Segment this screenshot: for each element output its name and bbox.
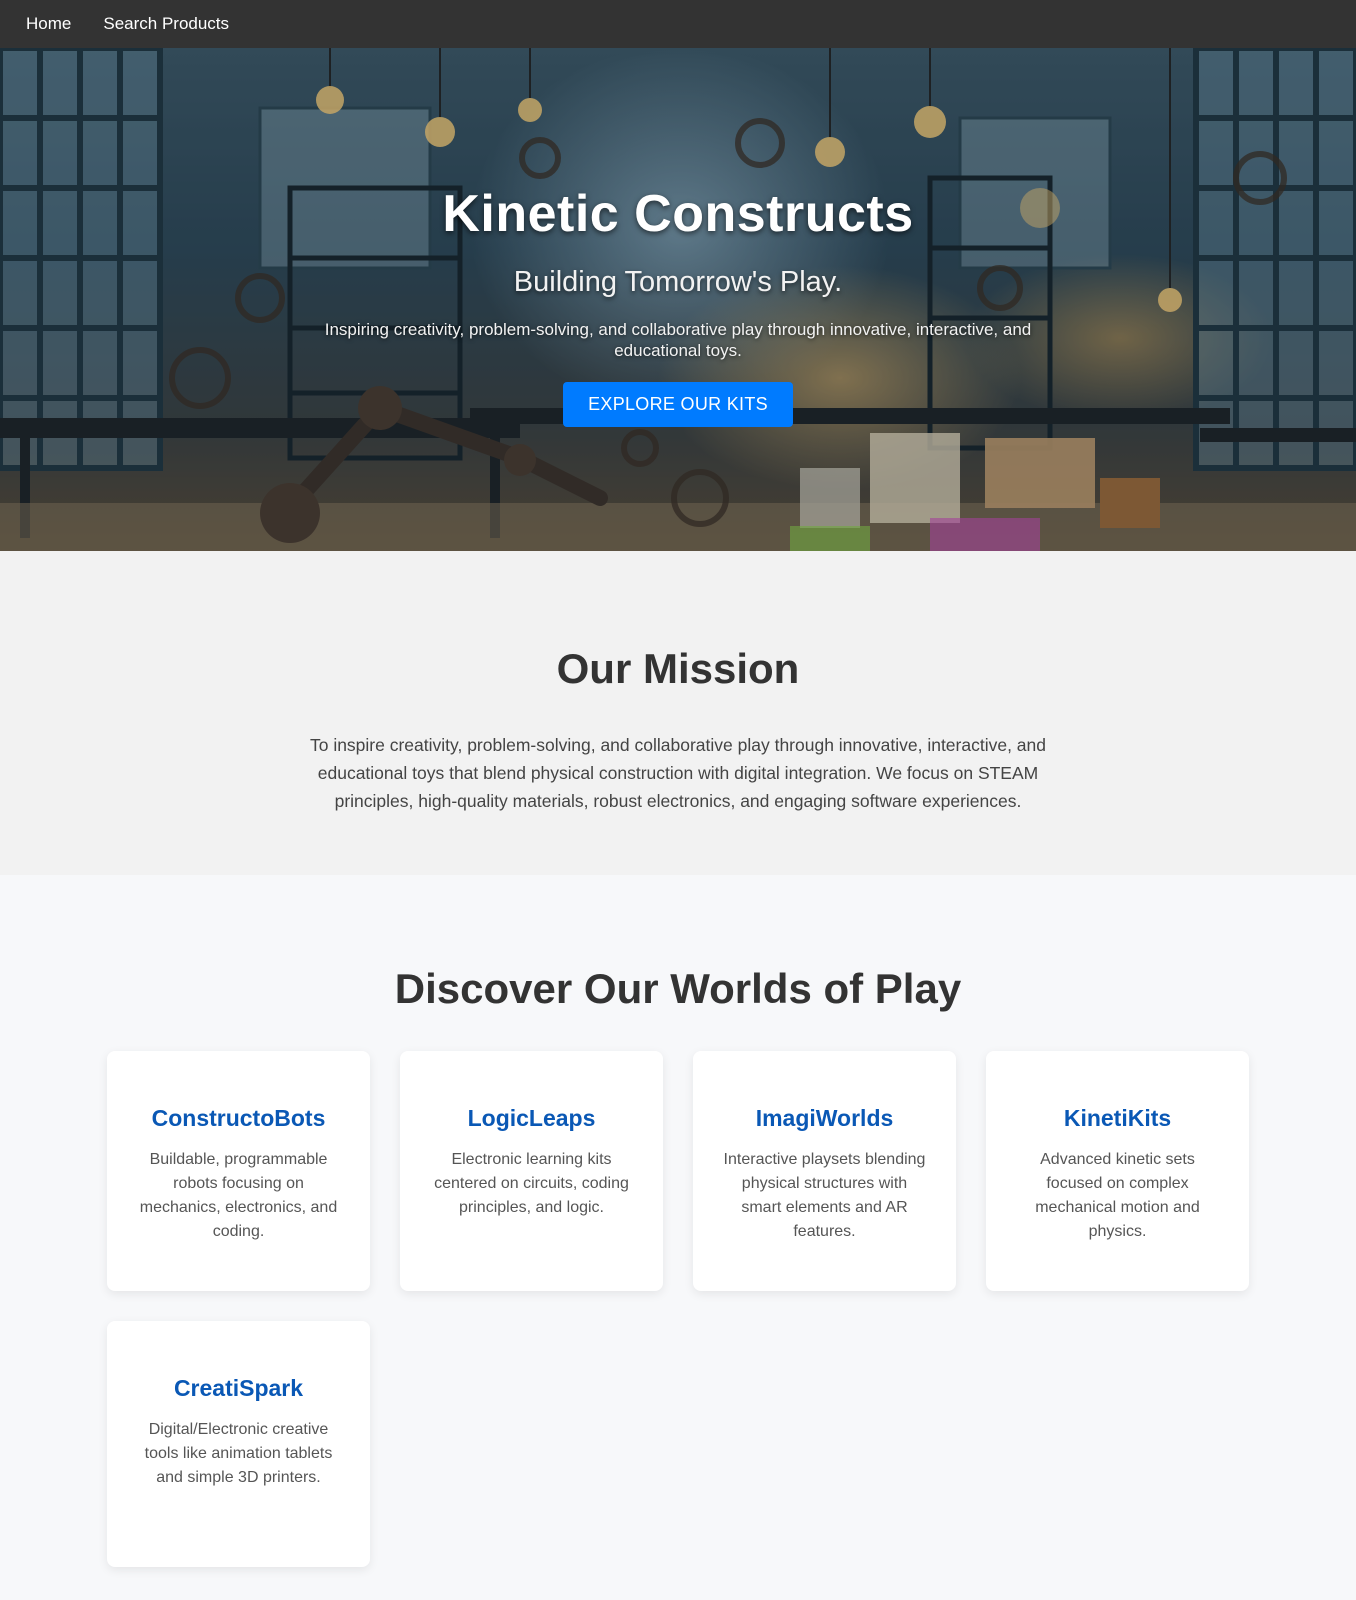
card-title: CreatiSpark (173, 1375, 304, 1401)
card-title: ImagiWorlds (755, 1105, 894, 1131)
explore-kits-button[interactable]: EXPLORE OUR KITS (563, 382, 793, 427)
worlds-title: Discover Our Worlds of Play (394, 965, 962, 1012)
worlds-card-grid: ConstructoBots Buildable, programmable r… (107, 1051, 1249, 1567)
card-constructobots[interactable]: ConstructoBots Buildable, programmable r… (107, 1051, 370, 1291)
mission-title: Our Mission (556, 645, 800, 692)
mission-text: To inspire creativity, problem-solving, … (309, 735, 1047, 811)
card-kinetikits[interactable]: KinetiKits Advanced kinetic sets focused… (986, 1051, 1249, 1291)
card-title: KinetiKits (1063, 1105, 1172, 1131)
mission-section: Our Mission To inspire creativity, probl… (0, 551, 1356, 875)
top-navbar: Home Search Products (0, 0, 1356, 48)
card-description: Advanced kinetic sets focused on complex… (1035, 1151, 1200, 1240)
card-imagiworlds[interactable]: ImagiWorlds Interactive playsets blendin… (693, 1051, 956, 1291)
card-description: Electronic learning kits centered on cir… (434, 1151, 629, 1216)
card-title: LogicLeaps (467, 1105, 596, 1131)
hero-title: Kinetic Constructs (442, 185, 914, 243)
card-description: Digital/Electronic creative tools like a… (144, 1421, 333, 1486)
card-description: Interactive playsets blending physical s… (723, 1151, 926, 1240)
card-creatispark[interactable]: CreatiSpark Digital/Electronic creative … (107, 1321, 370, 1567)
card-title: ConstructoBots (151, 1105, 326, 1131)
hero-content: Kinetic Constructs Building Tomorrow's P… (0, 184, 1356, 427)
hero-section: Kinetic Constructs Building Tomorrow's P… (0, 48, 1356, 551)
card-description: Buildable, programmable robots focusing … (139, 1151, 338, 1240)
hero-description: Inspiring creativity, problem-solving, a… (324, 320, 1032, 360)
nav-link-home[interactable]: Home (26, 14, 71, 34)
card-logicleaps[interactable]: LogicLeaps Electronic learning kits cent… (400, 1051, 663, 1291)
worlds-section: Discover Our Worlds of Play ConstructoBo… (0, 875, 1356, 1600)
nav-link-search-products[interactable]: Search Products (103, 14, 229, 34)
hero-tagline: Building Tomorrow's Play. (513, 266, 843, 298)
